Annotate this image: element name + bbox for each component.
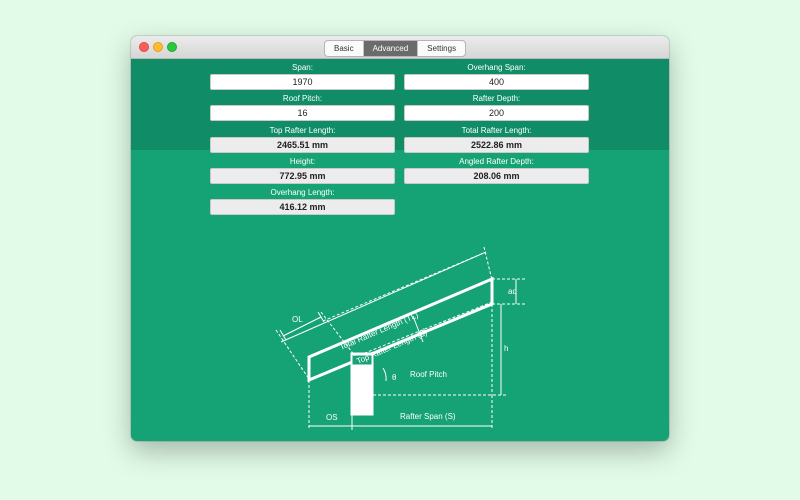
rafter-diagram: Total Rafter Length (TL) Top Rafter Leng… xyxy=(275,246,526,430)
close-window-button[interactable] xyxy=(139,42,149,52)
h-label: h xyxy=(504,344,508,353)
main-content: Span: 1970 Overhang Span: 400 Roof Pitch… xyxy=(131,59,669,441)
total-rafter-length-text: Total Rafter Length (TL) xyxy=(338,310,420,351)
tl-inner-dimension-line xyxy=(322,251,487,322)
title-bar: Basic Advanced Settings xyxy=(131,36,669,59)
roof-pitch-text: Roof Pitch xyxy=(410,370,447,379)
tab-advanced[interactable]: Advanced xyxy=(363,41,419,56)
os-label: OS xyxy=(326,413,338,422)
minimize-window-button[interactable] xyxy=(153,42,163,52)
ol-label: OL xyxy=(292,315,303,324)
mode-segmented-control: Basic Advanced Settings xyxy=(324,40,467,57)
zoom-window-button[interactable] xyxy=(167,42,177,52)
app-window: Basic Advanced Settings Span: 1970 Overh… xyxy=(131,36,669,441)
pitch-arc xyxy=(382,367,387,382)
tab-basic[interactable]: Basic xyxy=(325,41,364,56)
rafter-span-text: Rafter Span (S) xyxy=(400,412,456,421)
ad-label: ad xyxy=(508,287,517,296)
rafter-shape xyxy=(307,276,494,383)
ol-tick-right xyxy=(317,311,325,323)
theta-label: θ xyxy=(392,373,397,382)
tab-settings[interactable]: Settings xyxy=(418,41,465,56)
